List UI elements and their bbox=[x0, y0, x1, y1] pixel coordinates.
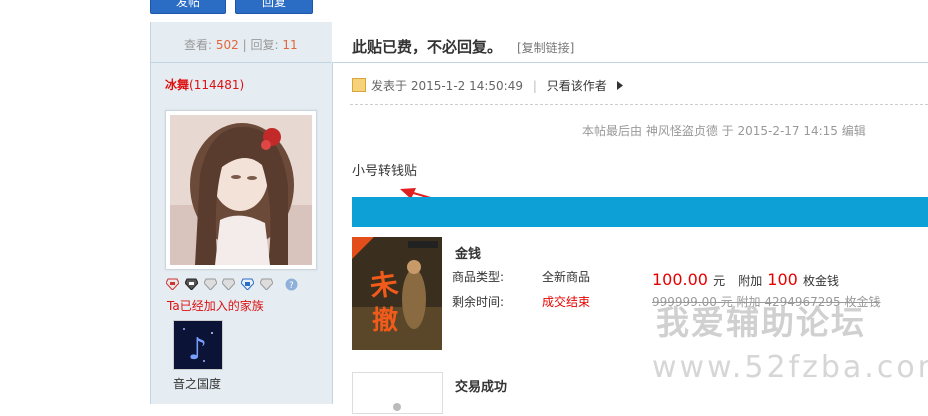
post-content: 小号转钱贴 bbox=[352, 164, 418, 179]
svg-text:撤: 撤 bbox=[372, 305, 398, 336]
post-time: 发表于 2015-1-2 14:50:49 bbox=[371, 79, 523, 93]
extra-label: 附加 bbox=[738, 274, 763, 288]
goods-name[interactable]: 金钱 bbox=[455, 243, 481, 262]
replies-label: 回复: bbox=[250, 38, 279, 52]
goods-time-label: 剩余时间: bbox=[452, 295, 505, 309]
author-uid: (114481) bbox=[189, 78, 245, 92]
avatar[interactable] bbox=[165, 110, 317, 270]
edit-note: 本帖最后由 神风怪盗贞德 于 2015-2-17 14:15 编辑 bbox=[582, 124, 866, 138]
meta-separator: | bbox=[532, 79, 537, 93]
medal-icon[interactable] bbox=[165, 278, 180, 291]
post-meta: 发表于 2015-1-2 14:50:49 | 只看该作者 bbox=[371, 77, 623, 94]
watermark-text: 我爱辅助论坛 bbox=[656, 303, 866, 342]
only-author-link[interactable]: 只看该作者 bbox=[547, 79, 607, 93]
goods-price-line: 100.00 元 附加 100 枚金钱 bbox=[652, 270, 839, 289]
goods-type-value: 全新商品 bbox=[542, 270, 591, 284]
goods-image[interactable] bbox=[352, 372, 443, 414]
svg-text:未: 未 bbox=[368, 267, 400, 304]
family-icon[interactable]: ♪ bbox=[173, 320, 223, 370]
post-icon bbox=[352, 78, 366, 92]
goods-time-value: 成交结束 bbox=[542, 295, 591, 309]
page-title: 此贴已费，不必回复。 bbox=[352, 38, 503, 56]
copy-link[interactable]: [复制链接] bbox=[517, 39, 574, 56]
family-joined-text: Ta已经加入的家族 bbox=[167, 299, 264, 313]
treble-clef-icon: ♪ bbox=[174, 321, 222, 369]
stats-separator: | bbox=[242, 38, 247, 52]
views-count: 502 bbox=[215, 38, 239, 52]
goods-name[interactable]: 交易成功 bbox=[455, 376, 507, 395]
price-unit: 元 bbox=[713, 274, 726, 288]
views-label: 查看: bbox=[184, 38, 213, 52]
thread-stats: 查看: 502 | 回复: 11 bbox=[150, 22, 331, 63]
trade-banner bbox=[352, 197, 928, 227]
svg-text:?: ? bbox=[289, 281, 294, 291]
watermark-url: www.52fzba.com bbox=[652, 350, 928, 385]
new-thread-button[interactable]: 发帖 bbox=[150, 0, 226, 14]
svg-text:♪: ♪ bbox=[188, 332, 207, 367]
goods-image[interactable]: 未 撤 bbox=[352, 237, 442, 350]
medal-icon[interactable] bbox=[259, 278, 274, 291]
author-name[interactable]: 冰舞 bbox=[165, 78, 189, 92]
medal-row: ? bbox=[165, 276, 300, 292]
avatar-image bbox=[170, 115, 312, 265]
medal-icon[interactable] bbox=[184, 278, 199, 291]
extra-value: 100 bbox=[767, 270, 798, 289]
medal-icon[interactable] bbox=[221, 278, 237, 291]
goods-type-label: 商品类型: bbox=[452, 270, 505, 284]
author-name-line[interactable]: 冰舞(114481) bbox=[165, 76, 244, 93]
divider bbox=[350, 104, 928, 105]
triangle-right-icon bbox=[616, 79, 623, 93]
extra-unit: 枚金钱 bbox=[802, 274, 839, 288]
family-name[interactable]: 音之国度 bbox=[173, 375, 221, 392]
medal-icon[interactable] bbox=[240, 278, 255, 291]
replies-count: 11 bbox=[282, 38, 298, 52]
medal-icon[interactable] bbox=[203, 278, 218, 291]
goods-price: 100.00 bbox=[652, 270, 708, 289]
reply-button[interactable]: 回复 bbox=[235, 0, 313, 14]
help-icon[interactable]: ? bbox=[285, 278, 298, 291]
